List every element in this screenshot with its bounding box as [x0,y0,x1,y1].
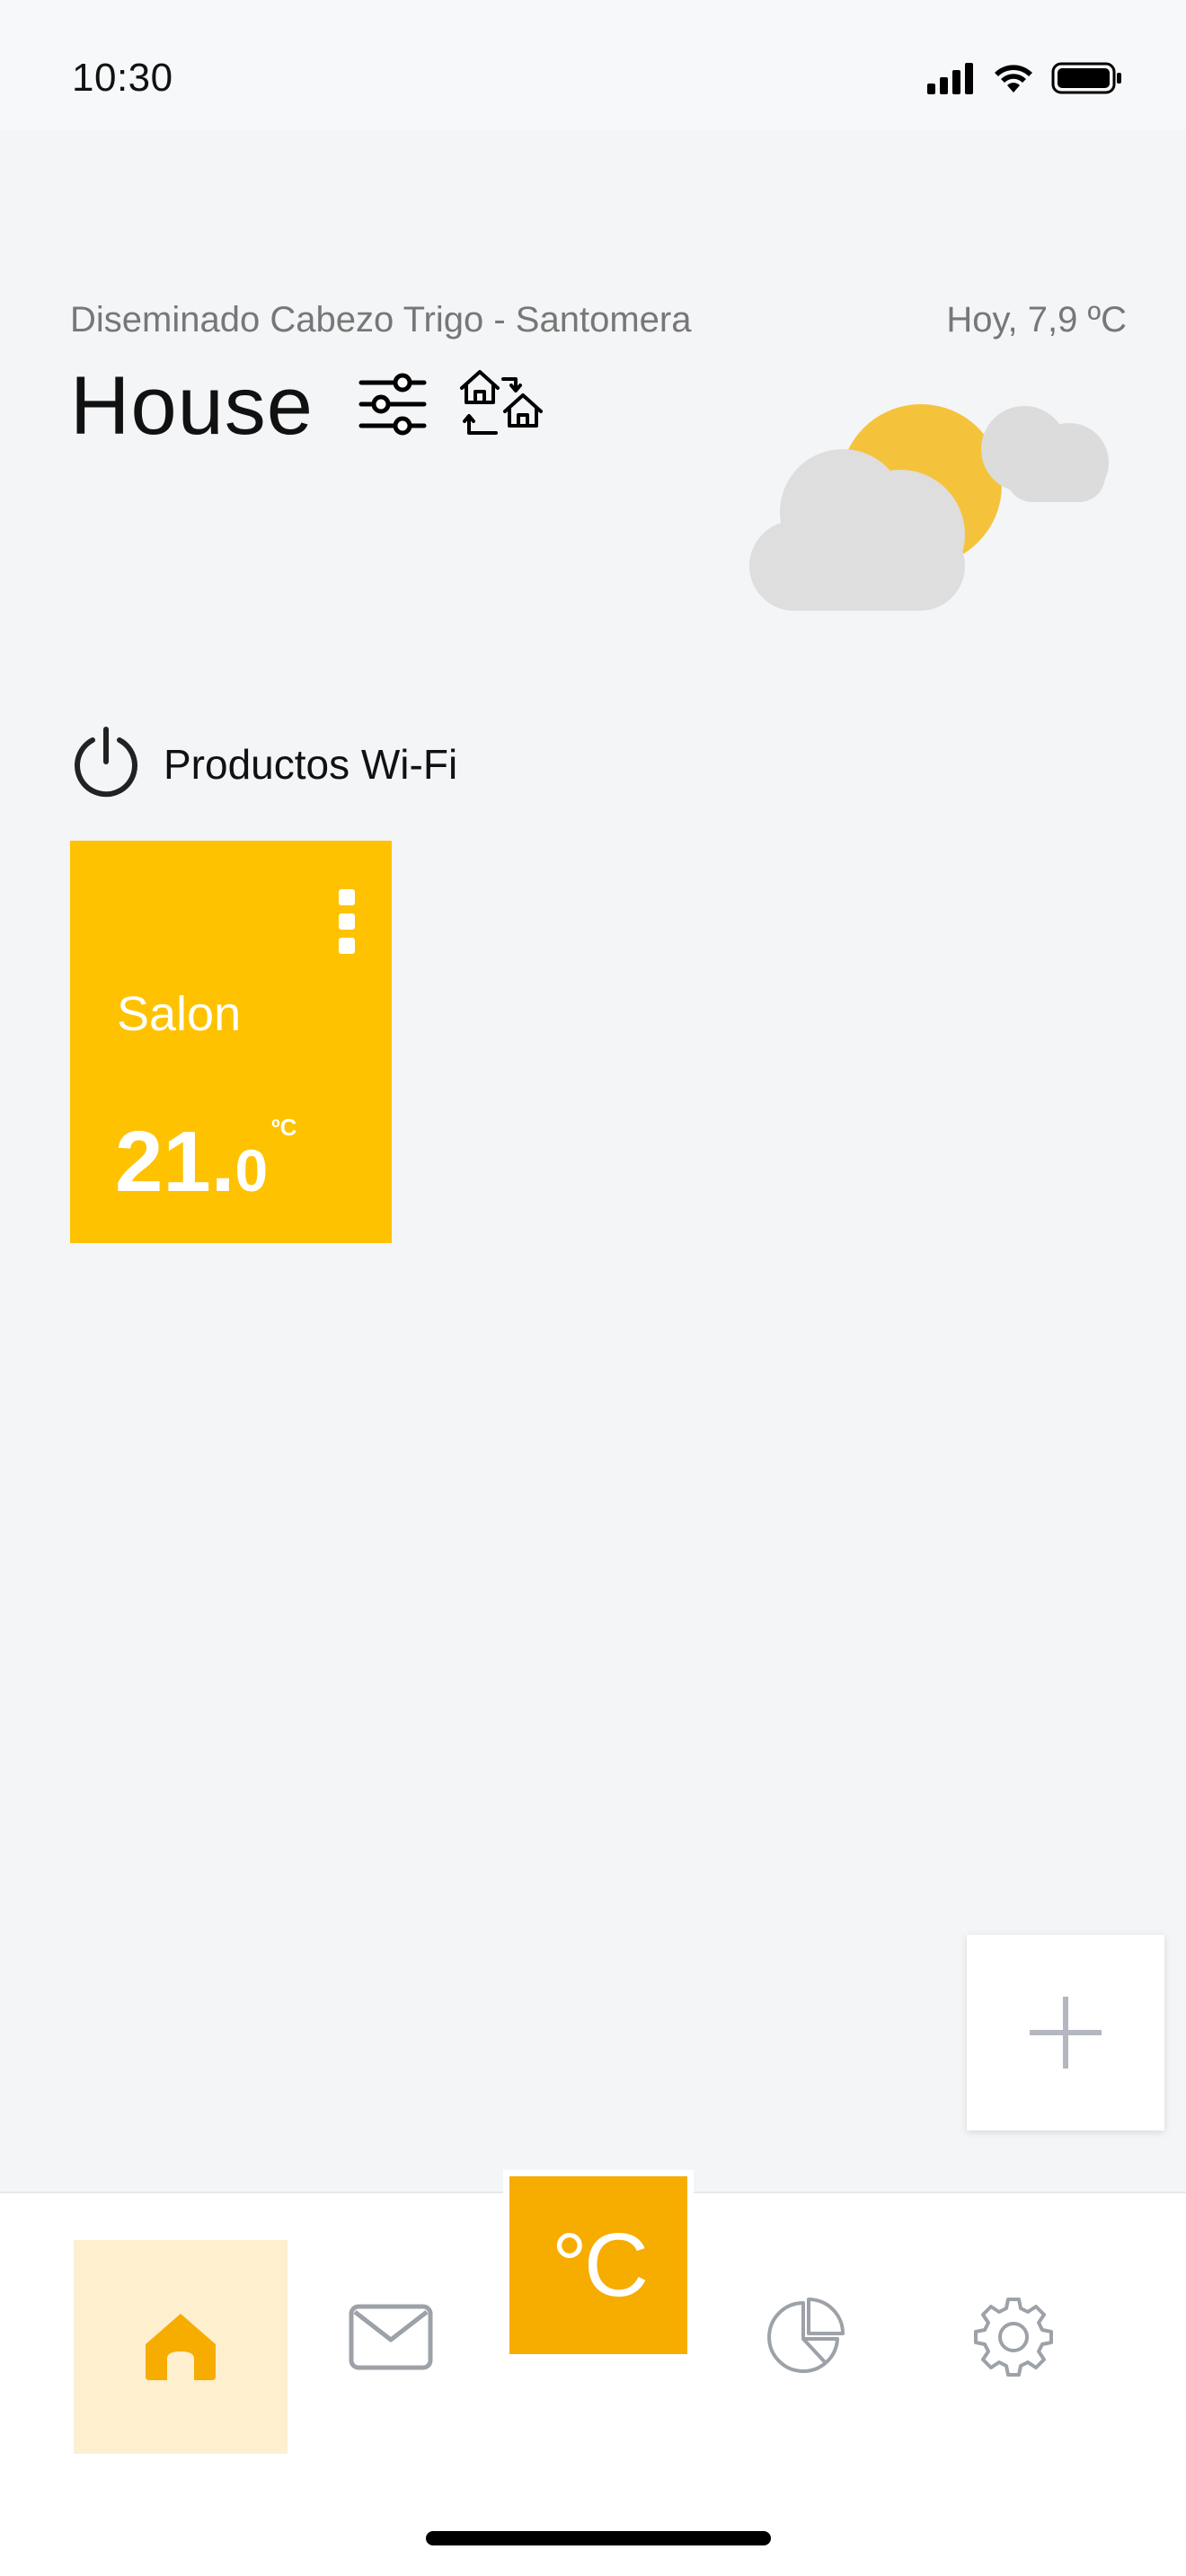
status-icons [925,61,1123,95]
nav-home[interactable] [74,2240,288,2454]
device-card-salon[interactable]: Salon 21. 0 ºC [70,841,392,1243]
status-bar: 10:30 [0,0,1186,130]
signal-icon [927,63,973,94]
power-icon [75,727,137,798]
nav-messages[interactable] [337,2283,445,2391]
status-time: 10:30 [72,56,173,100]
nav-settings[interactable] [960,2283,1067,2391]
device-temperature: 21. 0 ºC [115,1114,296,1210]
bottom-navigation: °C [0,2170,1186,2576]
switch-home-button[interactable] [456,366,546,447]
section-title: Productos Wi-Fi [164,741,458,788]
nav-statistics[interactable] [751,2283,859,2391]
device-name: Salon [117,987,242,1041]
section-power-button[interactable] [68,724,144,799]
location-label: Diseminado Cabezo Trigo - Santomera [70,300,692,340]
plus-icon [1030,1997,1102,2069]
add-button[interactable] [967,1935,1164,2130]
pie-chart-icon [767,2298,845,2373]
sliders-icon [358,373,427,436]
temp-integer: 21. [115,1114,235,1210]
home-title[interactable]: House [70,359,314,454]
temp-decimal: 0 [235,1137,269,1204]
app-root: 10:30 Diseminado Cabezo Trigo - Santomer… [0,0,1186,2576]
nav-temperature[interactable]: °C [503,2170,694,2360]
temp-unit: ºC [271,1114,297,1141]
filters-button[interactable] [358,372,428,437]
weather-partly-cloudy-icon [746,386,1123,620]
mail-icon [349,2304,433,2370]
more-vertical-icon [339,889,355,905]
home-indicator [426,2531,771,2545]
today-temperature: Hoy, 7,9 ºC [946,300,1127,340]
gear-icon [974,2298,1053,2377]
home-icon [146,2314,216,2380]
battery-icon [1051,62,1121,94]
card-menu-button[interactable] [338,889,356,954]
wifi-icon [995,65,1032,93]
nav-temperature-label: °C [509,2176,687,2354]
switch-home-icon [460,370,543,435]
